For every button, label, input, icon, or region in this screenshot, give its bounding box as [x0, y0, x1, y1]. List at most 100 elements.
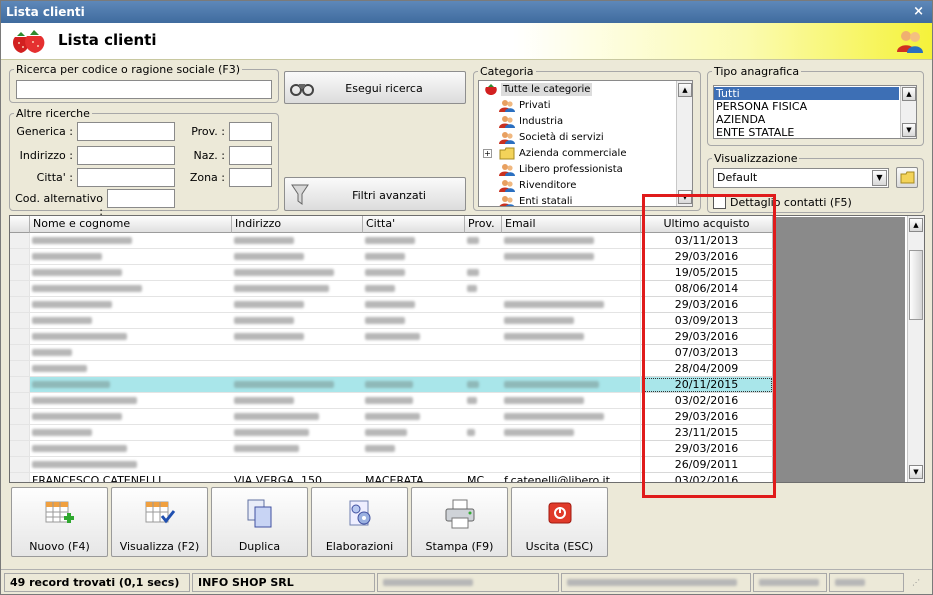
- toolbar-button-uscita[interactable]: Uscita (ESC): [511, 487, 608, 557]
- column-header-address[interactable]: Indirizzo: [232, 216, 363, 233]
- row-indicator[interactable]: [10, 361, 30, 377]
- category-item[interactable]: Privati: [479, 99, 675, 112]
- row-indicator-header: [10, 216, 30, 233]
- citta-input[interactable]: [77, 168, 175, 187]
- table-row[interactable]: [30, 425, 641, 441]
- grid-scrollbar[interactable]: ▲ ▼: [907, 216, 924, 482]
- close-icon[interactable]: ×: [913, 1, 924, 23]
- users-icon[interactable]: [896, 28, 924, 54]
- redacted-cell: [32, 429, 92, 436]
- column-header-name[interactable]: Nome e cognome: [30, 216, 232, 233]
- category-item-label: Rivenditore: [519, 180, 577, 191]
- view-select[interactable]: Default ▼: [713, 168, 889, 188]
- table-row[interactable]: [30, 281, 641, 297]
- tipo-item[interactable]: PERSONA FISICA: [714, 100, 899, 113]
- row-indicator[interactable]: [10, 313, 30, 329]
- column-header-prov[interactable]: Prov.: [465, 216, 502, 233]
- row-indicator[interactable]: [10, 297, 30, 313]
- table-row[interactable]: [30, 249, 641, 265]
- toolbar-button-nuovo[interactable]: Nuovo (F4): [11, 487, 108, 557]
- table-row[interactable]: [30, 345, 641, 361]
- naz-input[interactable]: [229, 146, 272, 165]
- users-icon: [499, 163, 515, 180]
- cell-name: FRANCESCO CATENELLI: [32, 474, 162, 483]
- row-indicator[interactable]: [10, 377, 30, 393]
- scrollbar-thumb[interactable]: [909, 250, 923, 320]
- redacted-cell: [234, 445, 299, 452]
- indirizzo-input[interactable]: [77, 146, 175, 165]
- chevron-down-icon[interactable]: ▼: [872, 170, 887, 186]
- toolbar-button-elaborazioni[interactable]: Elaborazioni: [311, 487, 408, 557]
- redacted-cell: [467, 397, 477, 404]
- column-header-email[interactable]: Email: [502, 216, 641, 233]
- row-indicator[interactable]: [10, 265, 30, 281]
- expand-icon[interactable]: +: [483, 149, 492, 158]
- row-indicator[interactable]: [10, 345, 30, 361]
- zona-input[interactable]: [229, 168, 272, 187]
- redacted-cell: [467, 285, 477, 292]
- scroll-up-icon[interactable]: ▲: [902, 87, 916, 101]
- table-row[interactable]: [30, 393, 641, 409]
- row-indicator[interactable]: [10, 425, 30, 441]
- category-item[interactable]: Società di servizi: [479, 131, 675, 144]
- category-list[interactable]: Tutte le categorie Privati Industria Societ…: [478, 80, 693, 207]
- scroll-up-icon[interactable]: ▲: [909, 218, 923, 232]
- search-input[interactable]: [16, 80, 272, 99]
- cod-alt-input[interactable]: [107, 189, 175, 208]
- redacted-cell: [32, 445, 127, 452]
- generica-input[interactable]: [77, 122, 175, 141]
- table-row[interactable]: FRANCESCO CATENELLI VIA VERGA, 150 MACERAT…: [30, 473, 641, 483]
- generica-label: Generica :: [16, 125, 73, 138]
- advanced-filters-button[interactable]: Filtri avanzati: [284, 177, 466, 211]
- row-indicator[interactable]: [10, 329, 30, 345]
- row-indicator[interactable]: [10, 473, 30, 482]
- toolbar-button-label: Elaborazioni: [325, 540, 394, 553]
- row-indicator[interactable]: [10, 441, 30, 457]
- table-row[interactable]: [30, 377, 641, 393]
- tipo-item[interactable]: ENTE STATALE: [714, 126, 899, 138]
- row-indicator[interactable]: [10, 281, 30, 297]
- tipo-list[interactable]: Tutti PERSONA FISICA AZIENDA ENTE STATALE ▲…: [713, 85, 917, 139]
- tipo-item[interactable]: AZIENDA: [714, 113, 899, 126]
- table-row[interactable]: [30, 409, 641, 425]
- scroll-down-icon[interactable]: ▼: [909, 465, 923, 479]
- row-indicator[interactable]: [10, 233, 30, 249]
- category-item[interactable]: Libero professionista: [479, 163, 675, 176]
- prov-input[interactable]: [229, 122, 272, 141]
- category-item[interactable]: Industria: [479, 115, 675, 128]
- open-folder-button[interactable]: [896, 167, 918, 188]
- strawberry-icon: [13, 30, 45, 53]
- row-indicator[interactable]: [10, 457, 30, 473]
- table-row[interactable]: [30, 313, 641, 329]
- category-item-label: Enti statali: [519, 196, 573, 207]
- category-scrollbar[interactable]: ▲ ▼: [676, 81, 692, 206]
- row-indicator[interactable]: [10, 409, 30, 425]
- toolbar-button-stampa[interactable]: Stampa (F9): [411, 487, 508, 557]
- row-indicator[interactable]: [10, 249, 30, 265]
- resize-grip-icon[interactable]: ⋰: [912, 578, 922, 588]
- table-row[interactable]: [30, 441, 641, 457]
- table-row[interactable]: [30, 297, 641, 313]
- redacted-cell: [467, 237, 479, 244]
- scroll-up-icon[interactable]: ▲: [678, 83, 692, 97]
- redacted-cell: [365, 317, 405, 324]
- category-item[interactable]: + Azienda commerciale: [479, 147, 675, 160]
- redacted-cell: [234, 269, 334, 276]
- table-row[interactable]: [30, 233, 641, 249]
- scroll-down-icon[interactable]: ▼: [902, 123, 916, 137]
- toolbar-button-duplica[interactable]: Duplica: [211, 487, 308, 557]
- category-item[interactable]: Rivenditore: [479, 179, 675, 192]
- category-item[interactable]: Tutte le categorie: [479, 83, 675, 96]
- row-indicator[interactable]: [10, 393, 30, 409]
- table-row[interactable]: [30, 265, 641, 281]
- status-company: INFO SHOP SRL: [192, 573, 375, 592]
- table-row[interactable]: [30, 329, 641, 345]
- redacted-cell: [32, 397, 137, 404]
- toolbar-button-visualizza[interactable]: Visualizza (F2): [111, 487, 208, 557]
- tipo-scrollbar[interactable]: ▲ ▼: [900, 86, 916, 138]
- table-row[interactable]: [30, 361, 641, 377]
- run-search-button[interactable]: Esegui ricerca: [284, 71, 466, 104]
- table-row[interactable]: [30, 457, 641, 473]
- tipo-item[interactable]: Tutti: [714, 87, 899, 100]
- column-header-city[interactable]: Citta': [363, 216, 465, 233]
